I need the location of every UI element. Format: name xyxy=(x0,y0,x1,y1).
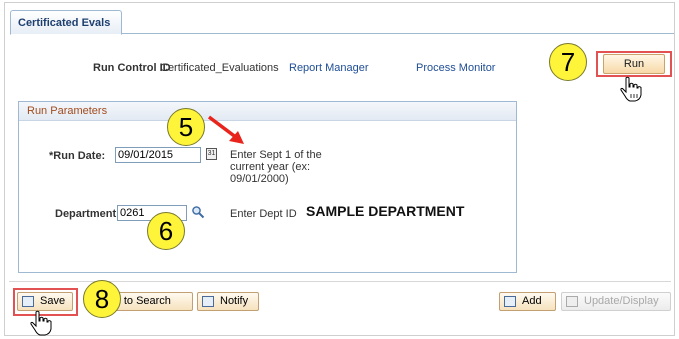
callout-5: 5 xyxy=(167,108,205,146)
callout-7: 7 xyxy=(549,43,587,81)
notify-icon xyxy=(202,296,214,307)
run-parameters-title: Run Parameters xyxy=(19,102,516,121)
run-parameters-group xyxy=(18,101,517,273)
run-control-label: Run Control ID xyxy=(93,62,171,74)
save-button[interactable]: Save xyxy=(17,292,73,311)
callout-6: 6 xyxy=(147,212,185,250)
save-label: Save xyxy=(40,295,66,307)
tab-certificated-evals[interactable]: Certificated Evals xyxy=(10,10,122,35)
calendar-icon[interactable]: 31 xyxy=(206,148,217,160)
add-icon xyxy=(504,296,516,307)
arrow-icon xyxy=(207,115,244,144)
update-icon xyxy=(566,296,578,307)
run-control-value: Certificated_Evaluations xyxy=(160,62,279,74)
run-date-label: *Run Date: xyxy=(49,150,106,162)
run-date-hint: Enter Sept 1 of the current year (ex: 09… xyxy=(230,149,322,185)
update-display-label: Update/Display xyxy=(584,295,659,307)
callout-8: 8 xyxy=(83,280,121,318)
add-button[interactable]: Add xyxy=(499,292,556,311)
run-date-input[interactable] xyxy=(115,147,201,163)
run-button[interactable]: Run xyxy=(603,54,665,74)
department-label: Department: xyxy=(55,208,120,220)
update-display-button[interactable]: Update/Display xyxy=(561,292,671,311)
process-monitor-link[interactable]: Process Monitor xyxy=(416,62,495,74)
lookup-icon[interactable] xyxy=(191,205,205,219)
add-label: Add xyxy=(522,295,542,307)
notify-button[interactable]: Notify xyxy=(197,292,259,311)
notify-label: Notify xyxy=(220,295,249,307)
report-manager-link[interactable]: Report Manager xyxy=(289,62,369,74)
department-name: SAMPLE DEPARTMENT xyxy=(306,203,465,219)
save-icon xyxy=(22,296,34,307)
department-hint: Enter Dept ID xyxy=(230,208,297,220)
hand-pointer-icon xyxy=(30,310,52,336)
hand-pointer-icon xyxy=(620,76,642,102)
